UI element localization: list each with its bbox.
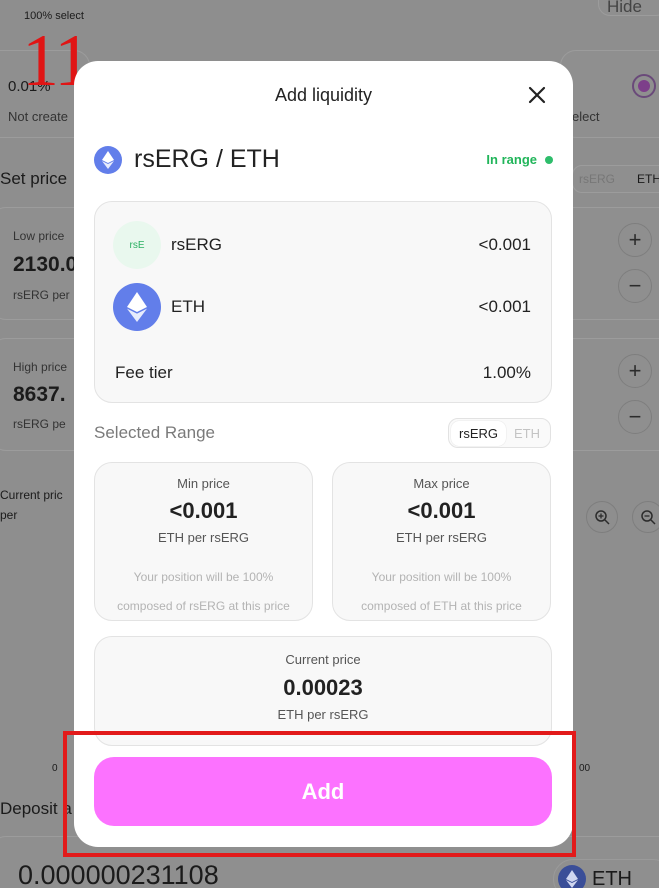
zoom-out-icon[interactable]	[632, 501, 659, 533]
token-row-eth: ETH <0.001	[113, 283, 531, 331]
low-price-increment-button[interactable]: +	[618, 223, 652, 257]
token-amounts-card: rsE rsERG <0.001 ETH <0.001 Fee tier 1.0…	[94, 201, 552, 403]
high-price-value: 8637.	[13, 383, 66, 406]
token-name: rsERG	[171, 235, 222, 254]
set-price-label: Set price	[0, 169, 68, 188]
pair-name: rsERG / ETH	[134, 145, 280, 173]
rserg-icon: rsE	[113, 221, 161, 269]
deposit-amount[interactable]: 0.000000231108	[18, 860, 219, 888]
fee-option-status: Not create	[8, 109, 68, 124]
current-price-unit: per	[0, 508, 18, 522]
high-price-unit: rsERG pe	[13, 417, 66, 431]
fee-tier-row: Fee tier 1.00%	[115, 363, 531, 383]
hide-button[interactable]: Hide	[598, 0, 659, 16]
fee-option-right-status: elect	[572, 109, 600, 124]
range-status-badge: In range	[486, 152, 553, 167]
add-liquidity-modal: Add liquidity rsERG / ETH In range rsE r…	[74, 61, 573, 847]
high-price-increment-button[interactable]: +	[618, 354, 652, 388]
chart-axis-left: 0	[52, 763, 58, 774]
min-price-note: Your position will be 100% composed of r…	[117, 570, 290, 613]
range-status-text: In range	[486, 152, 537, 167]
range-token-toggle: rsERG ETH	[448, 418, 551, 448]
current-price-label: Current price	[285, 652, 361, 667]
low-price-decrement-button[interactable]: −	[618, 269, 652, 303]
eth-icon	[94, 145, 122, 174]
high-price-decrement-button[interactable]: −	[618, 400, 652, 434]
max-price-value: <0.001	[407, 498, 476, 523]
close-icon[interactable]	[523, 81, 551, 109]
chart-axis-right: 00	[579, 763, 591, 774]
selected-range-label: Selected Range	[94, 423, 215, 442]
low-price-value: 2130.0	[13, 253, 78, 276]
token-row-rserg: rsE rsERG <0.001	[113, 221, 531, 269]
current-price-unit: ETH per rsERG	[277, 707, 369, 722]
price-token-toggle[interactable]: rsERG ETH	[572, 165, 659, 193]
radio-selected[interactable]	[632, 74, 656, 98]
zoom-in-icon[interactable]	[586, 501, 618, 533]
current-price-card: Current price 0.00023 ETH per rsERG	[94, 636, 552, 746]
max-price-unit: ETH per rsERG	[395, 530, 487, 545]
modal-title: Add liquidity	[274, 85, 373, 105]
toggle-option-rserg[interactable]: rsERG	[451, 420, 506, 446]
low-price-unit: rsERG per	[13, 288, 70, 302]
pair-header: rsERG / ETH	[94, 145, 280, 174]
min-price-value: <0.001	[169, 498, 238, 523]
deposit-token-selector[interactable]: ETH	[553, 859, 659, 888]
token-amount: <0.001	[478, 235, 531, 254]
highlight-box-annotation	[63, 731, 576, 857]
max-price-note: Your position will be 100% composed of E…	[361, 570, 522, 613]
max-price-card: Max price <0.001 ETH per rsERG Your posi…	[332, 462, 551, 621]
deposit-label: Deposit a	[0, 799, 72, 818]
fee-tier-value: 1.00%	[482, 363, 531, 382]
min-price-card: Min price <0.001 ETH per rsERG Your posi…	[94, 462, 313, 621]
min-price-label: Min price	[177, 476, 230, 491]
eth-icon	[558, 865, 586, 888]
min-price-unit: ETH per rsERG	[157, 530, 249, 545]
low-price-label: Low price	[13, 229, 65, 243]
max-price-label: Max price	[413, 476, 470, 491]
toggle-option-eth[interactable]: ETH	[506, 421, 548, 446]
current-price-label: Current pric	[0, 488, 63, 502]
eth-icon	[113, 283, 161, 331]
status-dot-icon	[545, 155, 553, 164]
high-price-label: High price	[13, 360, 68, 374]
current-price-value: 0.00023	[283, 675, 363, 700]
fee-tier-label: Fee tier	[115, 363, 173, 382]
token-amount: <0.001	[478, 297, 531, 316]
token-name: ETH	[171, 297, 205, 316]
